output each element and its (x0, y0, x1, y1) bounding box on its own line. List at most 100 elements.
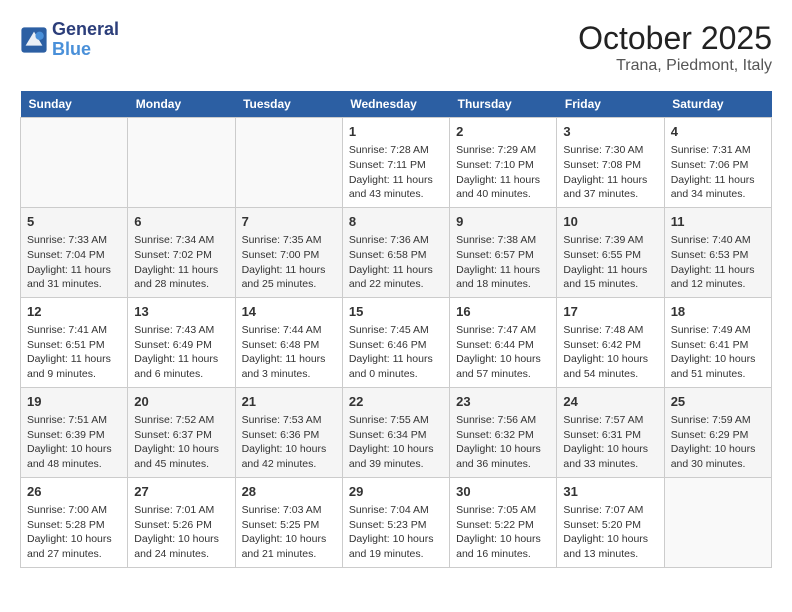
day-number: 7 (242, 213, 336, 231)
header-saturday: Saturday (664, 91, 771, 118)
calendar-cell: 23Sunrise: 7:56 AM Sunset: 6:32 PM Dayli… (450, 387, 557, 477)
calendar-cell: 18 Sunrise: 7:49 AM Sunset: 6:41 PM Dayli… (664, 297, 771, 387)
day-info: Sunrise: 7:45 AM Sunset: 6:46 PM Dayligh… (349, 323, 443, 382)
logo: GeneralBlue (20, 20, 119, 60)
calendar-week-row: 19 Sunrise: 7:51 AM Sunset: 6:39 PM Dayli… (21, 387, 772, 477)
day-info: Sunrise: 7:59 AM Sunset: 6:29 PM Dayligh… (671, 413, 765, 472)
day-info: Sunrise: 7:31 AM Sunset: 7:06 PM Dayligh… (671, 143, 765, 202)
calendar-cell (128, 118, 235, 208)
calendar-title: October 2025 (578, 20, 772, 57)
day-info: Sunrise: 7:41 AM Sunset: 6:51 PM Dayligh… (27, 323, 121, 382)
day-number: 20 (134, 393, 228, 411)
day-number: 2 (456, 123, 550, 141)
calendar-cell: 25 Sunrise: 7:59 AM Sunset: 6:29 PM Dayli… (664, 387, 771, 477)
day-number: 30 (456, 483, 550, 501)
calendar-header: Sunday Monday Tuesday Wednesday Thursday… (21, 91, 772, 118)
day-number: 1 (349, 123, 443, 141)
day-info: Sunrise: 7:07 AM Sunset: 5:20 PM Dayligh… (563, 503, 657, 562)
day-info: Sunrise: 7:29 AM Sunset: 7:10 PM Dayligh… (456, 143, 550, 202)
day-number: 12 (27, 303, 121, 321)
calendar-cell: 24Sunrise: 7:57 AM Sunset: 6:31 PM Dayli… (557, 387, 664, 477)
calendar-cell: 30 Sunrise: 7:05 AM Sunset: 5:22 PM Dayli… (450, 477, 557, 567)
day-number: 24 (563, 393, 657, 411)
day-number: 22 (349, 393, 443, 411)
day-info: Sunrise: 7:04 AM Sunset: 5:23 PM Dayligh… (349, 503, 443, 562)
weekday-header-row: Sunday Monday Tuesday Wednesday Thursday… (21, 91, 772, 118)
day-info: Sunrise: 7:44 AM Sunset: 6:48 PM Dayligh… (242, 323, 336, 382)
day-number: 16 (456, 303, 550, 321)
day-info: Sunrise: 7:01 AM Sunset: 5:26 PM Dayligh… (134, 503, 228, 562)
day-number: 31 (563, 483, 657, 501)
calendar-week-row: 1 Sunrise: 7:28 AM Sunset: 7:11 PM Daylig… (21, 118, 772, 208)
calendar-cell: 12 Sunrise: 7:41 AM Sunset: 6:51 PM Dayli… (21, 297, 128, 387)
calendar-cell: 4 Sunrise: 7:31 AM Sunset: 7:06 PM Daylig… (664, 118, 771, 208)
calendar-cell (235, 118, 342, 208)
calendar-body: 1 Sunrise: 7:28 AM Sunset: 7:11 PM Daylig… (21, 118, 772, 568)
day-info: Sunrise: 7:51 AM Sunset: 6:39 PM Dayligh… (27, 413, 121, 472)
day-number: 15 (349, 303, 443, 321)
header-thursday: Thursday (450, 91, 557, 118)
calendar-subtitle: Trana, Piedmont, Italy (578, 57, 772, 75)
calendar-cell: 5 Sunrise: 7:33 AM Sunset: 7:04 PM Daylig… (21, 207, 128, 297)
title-block: October 2025 Trana, Piedmont, Italy (578, 20, 772, 75)
day-number: 17 (563, 303, 657, 321)
page-header: GeneralBlue October 2025 Trana, Piedmont… (20, 20, 772, 75)
day-number: 14 (242, 303, 336, 321)
day-number: 9 (456, 213, 550, 231)
day-info: Sunrise: 7:56 AM Sunset: 6:32 PM Dayligh… (456, 413, 550, 472)
calendar-cell: 10Sunrise: 7:39 AM Sunset: 6:55 PM Dayli… (557, 207, 664, 297)
day-info: Sunrise: 7:28 AM Sunset: 7:11 PM Dayligh… (349, 143, 443, 202)
day-info: Sunrise: 7:35 AM Sunset: 7:00 PM Dayligh… (242, 233, 336, 292)
calendar-cell: 6Sunrise: 7:34 AM Sunset: 7:02 PM Daylig… (128, 207, 235, 297)
day-info: Sunrise: 7:55 AM Sunset: 6:34 PM Dayligh… (349, 413, 443, 472)
day-info: Sunrise: 7:43 AM Sunset: 6:49 PM Dayligh… (134, 323, 228, 382)
calendar-cell: 8 Sunrise: 7:36 AM Sunset: 6:58 PM Daylig… (342, 207, 449, 297)
calendar-cell: 29 Sunrise: 7:04 AM Sunset: 5:23 PM Dayli… (342, 477, 449, 567)
day-number: 21 (242, 393, 336, 411)
header-monday: Monday (128, 91, 235, 118)
calendar-cell: 7 Sunrise: 7:35 AM Sunset: 7:00 PM Daylig… (235, 207, 342, 297)
day-number: 10 (563, 213, 657, 231)
day-info: Sunrise: 7:33 AM Sunset: 7:04 PM Dayligh… (27, 233, 121, 292)
day-info: Sunrise: 7:30 AM Sunset: 7:08 PM Dayligh… (563, 143, 657, 202)
calendar-table: Sunday Monday Tuesday Wednesday Thursday… (20, 91, 772, 568)
day-info: Sunrise: 7:48 AM Sunset: 6:42 PM Dayligh… (563, 323, 657, 382)
calendar-cell: 16 Sunrise: 7:47 AM Sunset: 6:44 PM Dayli… (450, 297, 557, 387)
day-number: 25 (671, 393, 765, 411)
day-info: Sunrise: 7:47 AM Sunset: 6:44 PM Dayligh… (456, 323, 550, 382)
calendar-cell: 31 Sunrise: 7:07 AM Sunset: 5:20 PM Dayli… (557, 477, 664, 567)
day-number: 18 (671, 303, 765, 321)
calendar-cell (21, 118, 128, 208)
header-sunday: Sunday (21, 91, 128, 118)
day-info: Sunrise: 7:38 AM Sunset: 6:57 PM Dayligh… (456, 233, 550, 292)
calendar-week-row: 12 Sunrise: 7:41 AM Sunset: 6:51 PM Dayli… (21, 297, 772, 387)
day-number: 19 (27, 393, 121, 411)
calendar-cell: 3 Sunrise: 7:30 AM Sunset: 7:08 PM Daylig… (557, 118, 664, 208)
calendar-cell: 26Sunrise: 7:00 AM Sunset: 5:28 PM Dayli… (21, 477, 128, 567)
calendar-cell: 11 Sunrise: 7:40 AM Sunset: 6:53 PM Dayli… (664, 207, 771, 297)
day-number: 29 (349, 483, 443, 501)
day-number: 5 (27, 213, 121, 231)
day-info: Sunrise: 7:05 AM Sunset: 5:22 PM Dayligh… (456, 503, 550, 562)
day-info: Sunrise: 7:53 AM Sunset: 6:36 PM Dayligh… (242, 413, 336, 472)
day-info: Sunrise: 7:40 AM Sunset: 6:53 PM Dayligh… (671, 233, 765, 292)
header-friday: Friday (557, 91, 664, 118)
calendar-cell: 9 Sunrise: 7:38 AM Sunset: 6:57 PM Daylig… (450, 207, 557, 297)
logo-icon (20, 26, 48, 54)
calendar-cell: 15 Sunrise: 7:45 AM Sunset: 6:46 PM Dayli… (342, 297, 449, 387)
calendar-cell: 17 Sunrise: 7:48 AM Sunset: 6:42 PM Dayli… (557, 297, 664, 387)
calendar-cell: 27Sunrise: 7:01 AM Sunset: 5:26 PM Dayli… (128, 477, 235, 567)
day-number: 3 (563, 123, 657, 141)
calendar-cell: 1 Sunrise: 7:28 AM Sunset: 7:11 PM Daylig… (342, 118, 449, 208)
day-number: 4 (671, 123, 765, 141)
calendar-cell (664, 477, 771, 567)
day-info: Sunrise: 7:03 AM Sunset: 5:25 PM Dayligh… (242, 503, 336, 562)
day-number: 8 (349, 213, 443, 231)
day-info: Sunrise: 7:36 AM Sunset: 6:58 PM Dayligh… (349, 233, 443, 292)
day-number: 11 (671, 213, 765, 231)
day-info: Sunrise: 7:49 AM Sunset: 6:41 PM Dayligh… (671, 323, 765, 382)
calendar-cell: 21 Sunrise: 7:53 AM Sunset: 6:36 PM Dayli… (235, 387, 342, 477)
day-number: 28 (242, 483, 336, 501)
day-info: Sunrise: 7:00 AM Sunset: 5:28 PM Dayligh… (27, 503, 121, 562)
day-info: Sunrise: 7:34 AM Sunset: 7:02 PM Dayligh… (134, 233, 228, 292)
